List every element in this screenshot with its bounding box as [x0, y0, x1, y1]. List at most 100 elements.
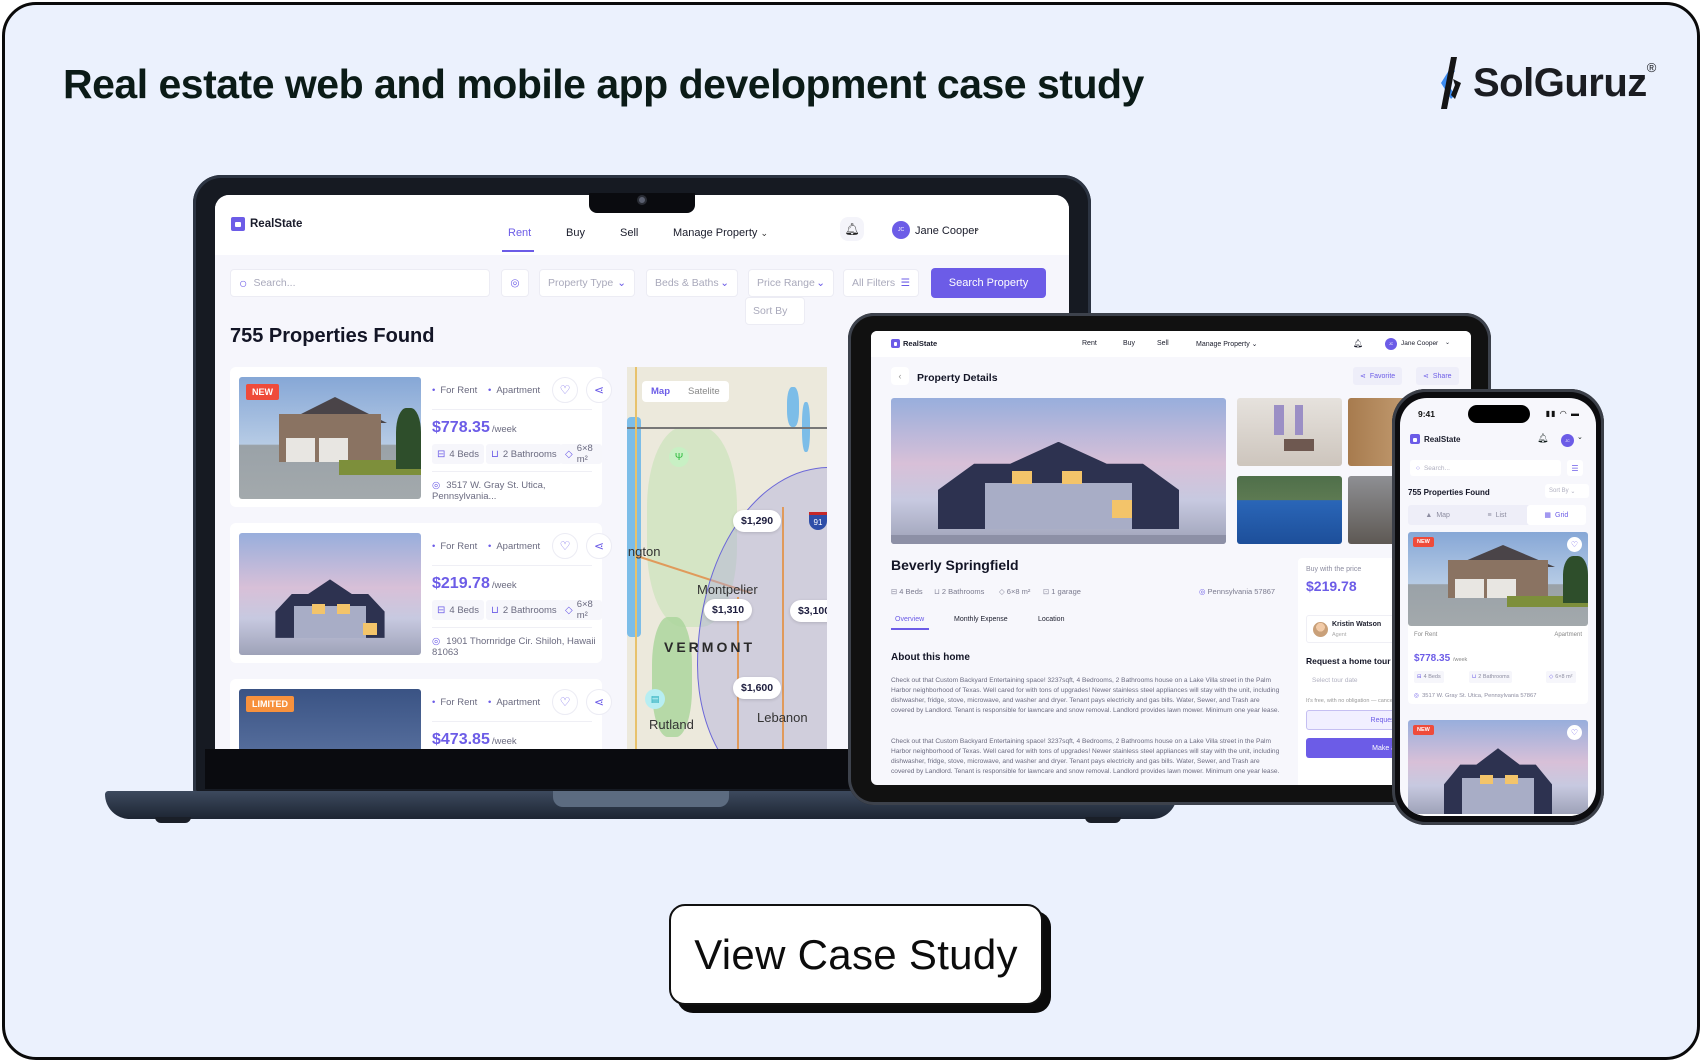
shop-poi-icon[interactable]: ▤ — [645, 689, 665, 709]
share-button[interactable]: ⋖ Share — [1416, 367, 1459, 385]
beds-baths-dropdown[interactable]: Beds & Baths ⌄ — [646, 269, 738, 297]
baths-chip: ⊔ 2 Bathrooms — [486, 600, 562, 620]
nav-sell[interactable]: Sell — [620, 227, 638, 239]
divider — [432, 721, 592, 722]
favorite-heart-icon[interactable]: ♡ — [552, 689, 578, 715]
favorite-heart-icon[interactable]: ♡ — [552, 533, 578, 559]
favorite-heart-icon[interactable]: ♡ — [1567, 537, 1582, 552]
gallery-thumb-living-room[interactable] — [1237, 398, 1342, 466]
status-tag: For Rent — [1414, 632, 1438, 638]
nav-buy[interactable]: Buy — [1123, 340, 1135, 347]
notification-bell-icon[interactable]: 🔔︎ — [1353, 339, 1363, 348]
location-pin-icon: ◎ — [432, 636, 441, 647]
map-price-pin[interactable]: $1,600 — [733, 677, 782, 699]
baths-label: 2 Bathrooms — [1478, 674, 1510, 680]
bed-icon: ⊟ — [891, 587, 898, 596]
map-price-pin[interactable]: $3,100 — [790, 600, 827, 622]
nav-buy[interactable]: Buy — [566, 227, 585, 239]
bath-icon: ⊔ — [491, 448, 499, 460]
active-tab-indicator — [891, 628, 929, 630]
map-view-toggle[interactable]: Map Satelite — [642, 381, 729, 402]
listing-card[interactable]: For Rent Apartment ♡ ⋖ $219.78/week ⊟4 B… — [230, 523, 612, 663]
realstate-logo[interactable]: RealState — [891, 339, 937, 348]
realstate-logo[interactable]: RealState — [231, 217, 302, 231]
sort-by-dropdown[interactable]: Sort By ⌄ — [1545, 484, 1589, 498]
user-menu-chevron-icon[interactable]: ⌄ — [973, 223, 981, 234]
listing-price: $219.78/week — [432, 575, 517, 593]
user-avatar[interactable]: JC — [1561, 434, 1574, 447]
realstate-logo[interactable]: RealState — [1410, 434, 1460, 444]
divider — [432, 627, 592, 628]
map-price-pin[interactable]: $1,310 — [704, 599, 753, 621]
view-grid[interactable]: ▦ Grid — [1526, 505, 1586, 525]
share-icon[interactable]: ⋖ — [586, 689, 612, 715]
restaurant-poi-icon[interactable]: Ψ — [669, 447, 689, 467]
all-filters-button[interactable]: All Filters ☰ — [843, 269, 919, 297]
tablet-navbar: RealState Rent Buy Sell Manage Property … — [871, 331, 1471, 357]
bath-icon: ⊔ — [491, 604, 499, 616]
area-chip: ◇ 6×8 m² — [560, 599, 602, 621]
user-name[interactable]: Jane Cooper — [915, 225, 978, 237]
notification-bell-icon[interactable]: 🔔︎ — [840, 217, 864, 241]
solguruz-logo[interactable]: SolGuruz ® — [1433, 55, 1656, 111]
baths-chip: ⊔ 2 Bathrooms — [1469, 671, 1513, 683]
view-mode-toggle[interactable]: ▲ Map ≡ List ▦ Grid — [1408, 505, 1586, 525]
results-title: 755 Properties Found — [1408, 488, 1490, 497]
spec-area-label: 6×8 m² — [1006, 587, 1031, 596]
list-icon: ≡ — [1487, 511, 1492, 519]
user-name[interactable]: Jane Cooper — [1401, 340, 1438, 347]
location-label: Pennsylvania 57867 — [1207, 587, 1276, 596]
listing-photo: NEW ♡ — [1408, 720, 1588, 814]
property-hero-photo[interactable] — [891, 398, 1226, 544]
area-icon: ◇ — [999, 587, 1005, 596]
favorite-button[interactable]: ⋖ Favorite — [1353, 367, 1403, 385]
favorite-heart-icon[interactable]: ♡ — [552, 377, 578, 403]
back-button[interactable]: ‹ — [891, 367, 909, 385]
laptop-search-input[interactable]: ○ Search... — [230, 269, 490, 297]
phone-search-input[interactable]: ○ Search... — [1410, 460, 1561, 476]
app-name: RealState — [250, 218, 303, 230]
map-price-pin[interactable]: $1,290 — [733, 510, 782, 532]
view-case-study-button[interactable]: View Case Study — [669, 904, 1043, 1005]
property-map[interactable]: Map Satelite Ψ ▤ 91 ington Montpelier VE… — [627, 367, 827, 749]
gallery-thumb-pool[interactable] — [1237, 476, 1342, 544]
nav-rent[interactable]: Rent — [1082, 340, 1097, 347]
sort-by-dropdown[interactable]: Sort By — [745, 297, 805, 325]
area-icon: ◇ — [565, 448, 573, 460]
nav-manage-property[interactable]: Manage Property ⌄ — [1196, 340, 1258, 348]
location-pin-button[interactable]: ◎ — [501, 269, 529, 297]
listing-card[interactable]: NEW ♡ For Rent Apartment $778.35 /week ⊟… — [1408, 532, 1588, 704]
notification-bell-icon[interactable]: 🔔︎ — [1537, 433, 1548, 444]
phone-screen: 9:41 ▮▮ ◠ ▬ RealState 🔔︎ JC ⌄ ○ Search...… — [1400, 398, 1596, 816]
map-toggle-map[interactable]: Map — [642, 381, 679, 402]
spec-beds: ⊟ 4 Beds — [891, 587, 923, 596]
status-time: 9:41 — [1418, 409, 1436, 419]
tab-location[interactable]: Location — [1038, 616, 1064, 623]
divider — [432, 471, 592, 472]
user-menu-chevron-icon[interactable]: ⌄ — [1577, 433, 1583, 441]
view-map[interactable]: ▲ Map — [1408, 505, 1467, 525]
price-range-dropdown[interactable]: Price Range ⌄ — [748, 269, 834, 297]
nav-rent[interactable]: Rent — [508, 227, 531, 239]
user-avatar[interactable]: JC — [1385, 338, 1397, 350]
tab-overview[interactable]: Overview — [895, 616, 924, 623]
property-type-dropdown[interactable]: Property Type ⌄ — [539, 269, 635, 297]
listing-card[interactable]: NEW ♡ — [1408, 720, 1588, 816]
beds-label: 4 Beds — [449, 604, 479, 616]
user-avatar[interactable]: JC — [892, 221, 910, 239]
listing-card[interactable]: LIMITED For Rent Apartment ♡ ⋖ $473.85/w… — [230, 679, 612, 749]
spec-beds-label: 4 Beds — [899, 587, 923, 596]
spec-baths: ⊔ 2 Bathrooms — [934, 587, 984, 596]
user-menu-chevron-icon[interactable]: ⌄ — [1445, 339, 1450, 346]
filter-sliders-icon[interactable]: ☰ — [1567, 460, 1583, 476]
listing-card[interactable]: NEW For Rent Apartment ♡ ⋖ $778.35/week … — [230, 367, 612, 507]
favorite-heart-icon[interactable]: ♡ — [1567, 725, 1582, 740]
nav-manage-property[interactable]: Manage Property ⌄ — [673, 227, 768, 239]
map-toggle-satellite[interactable]: Satelite — [679, 381, 729, 402]
share-icon[interactable]: ⋖ — [586, 377, 612, 403]
share-icon[interactable]: ⋖ — [586, 533, 612, 559]
search-property-button[interactable]: Search Property — [931, 268, 1046, 298]
nav-sell[interactable]: Sell — [1157, 340, 1169, 347]
tab-monthly-expense[interactable]: Monthly Expense — [954, 616, 1008, 623]
view-list[interactable]: ≡ List — [1467, 505, 1526, 525]
